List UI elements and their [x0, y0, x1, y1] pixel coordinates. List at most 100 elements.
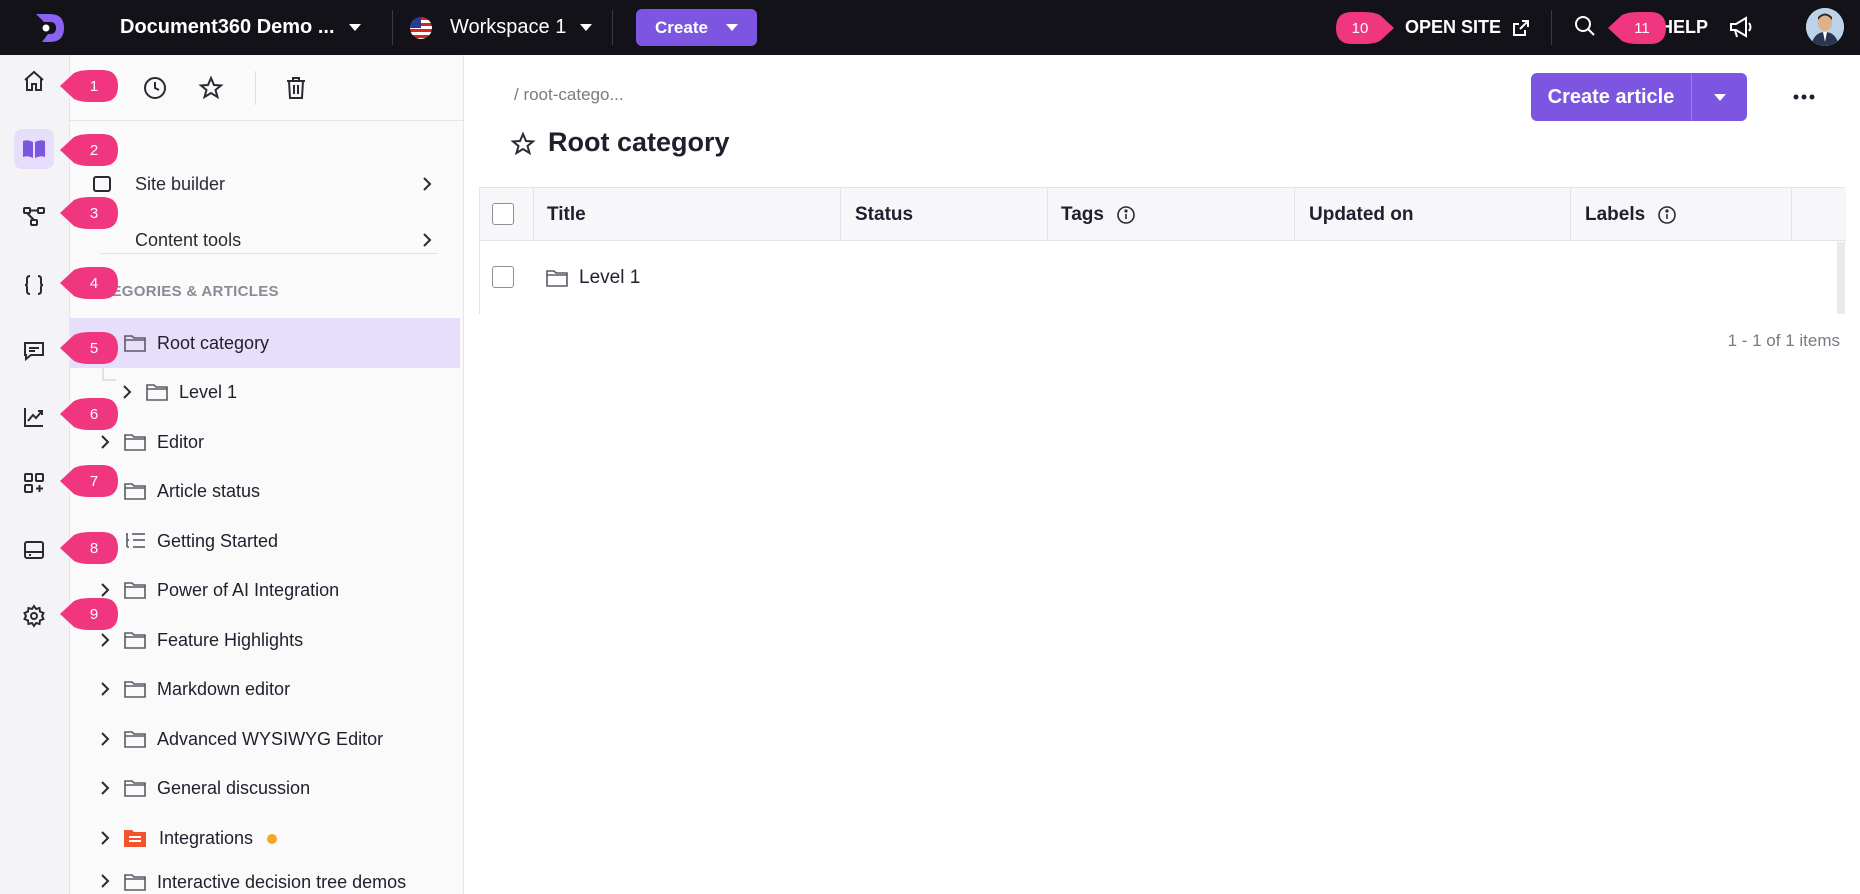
rail-settings[interactable] [14, 596, 54, 636]
callout-3: 3 [60, 197, 118, 229]
tree-item-integrations[interactable]: Integrations [70, 813, 460, 863]
chevron-down-icon [1713, 93, 1726, 101]
open-site-link[interactable]: OPEN SITE [1405, 0, 1531, 55]
project-selector[interactable]: Document360 Demo ... [120, 0, 361, 55]
chevron-right-icon[interactable] [98, 872, 112, 890]
divider [1294, 188, 1295, 241]
tree-item-decision-tree[interactable]: Interactive decision tree demos [70, 862, 460, 894]
table-row[interactable]: Level 1 [480, 242, 1846, 314]
book-open-icon [23, 140, 45, 158]
folder-icon [124, 731, 146, 748]
table-scrollbar[interactable] [1837, 242, 1845, 314]
megaphone-icon[interactable] [1728, 14, 1754, 40]
page-title: Root category [548, 127, 730, 157]
more-options-button[interactable] [1784, 77, 1824, 117]
message-icon [24, 342, 44, 362]
column-updated-on[interactable]: Updated on [1309, 188, 1414, 241]
home-icon [24, 70, 44, 91]
tree-item-feature-highlights[interactable]: Feature Highlights [70, 615, 460, 665]
tree-item-label: Feature Highlights [157, 629, 304, 650]
gear-icon [23, 604, 45, 628]
tree-item-article-status[interactable]: Article status [70, 466, 460, 516]
row-checkbox[interactable] [492, 266, 514, 288]
divider [1551, 10, 1552, 45]
rail-analytics[interactable] [14, 397, 54, 437]
site-builder-link[interactable]: Site builder [70, 159, 463, 209]
chevron-right-icon [423, 233, 432, 247]
main-content: / root-catego... Root category Create ar… [464, 55, 1860, 894]
column-label: Updated on [1309, 203, 1414, 225]
document360-logo[interactable] [30, 8, 70, 48]
tree-item-general-discussion[interactable]: General discussion [70, 763, 460, 813]
row-title: Level 1 [579, 267, 641, 288]
tree-item-level-1[interactable]: Level 1 [70, 367, 460, 417]
list-tree-icon [126, 533, 145, 548]
create-article-dropdown[interactable] [1692, 93, 1747, 101]
star-icon[interactable] [198, 75, 224, 101]
star-icon[interactable] [510, 131, 536, 157]
folder-icon [124, 780, 146, 797]
tree-item-label: Interactive decision tree demos [157, 872, 407, 892]
avatar[interactable] [1806, 8, 1844, 46]
sidebar-toolbar [70, 55, 463, 121]
chevron-right-icon[interactable] [98, 433, 112, 451]
trash-icon[interactable] [284, 75, 308, 101]
breadcrumb[interactable]: / root-catego... [514, 85, 624, 105]
rail-apps[interactable] [14, 463, 54, 503]
more-horizontal-icon [1793, 94, 1815, 100]
rail-widgets[interactable] [14, 530, 54, 570]
search-icon[interactable] [1573, 14, 1597, 38]
tree-item-editor[interactable]: Editor [70, 417, 460, 467]
folder-icon [124, 632, 146, 649]
chevron-right-icon[interactable] [98, 779, 112, 797]
create-button[interactable]: Create [636, 9, 757, 46]
folder-icon [124, 483, 146, 500]
callout-number: 2 [89, 141, 99, 159]
tree-item-label: General discussion [157, 777, 311, 798]
chevron-right-icon[interactable] [98, 829, 112, 847]
help-link[interactable]: HELP [1660, 0, 1708, 55]
chevron-right-icon[interactable] [98, 730, 112, 748]
folder-icon [546, 270, 568, 287]
site-builder-icon [93, 176, 111, 192]
external-link-icon [1513, 19, 1530, 36]
chevron-right-icon[interactable] [98, 680, 112, 698]
folder-icon [124, 582, 146, 599]
articles-table: Title Status Tags Updated on Labels Leve… [479, 187, 1846, 314]
callout-4: 4 [60, 267, 118, 299]
info-icon[interactable] [1657, 205, 1677, 225]
divider [392, 10, 393, 45]
rail-documentation[interactable] [14, 129, 54, 169]
rail-api-docs[interactable] [14, 265, 54, 305]
tree-item-power-of-ai[interactable]: Power of AI Integration [70, 565, 460, 615]
user-avatar-icon [1806, 8, 1844, 46]
column-status[interactable]: Status [855, 188, 913, 241]
row-title-cell[interactable]: Level 1 [545, 242, 640, 314]
tree-item-root-category[interactable]: Root category [70, 318, 460, 368]
column-tags[interactable]: Tags [1061, 188, 1136, 241]
tree-item-markdown-editor[interactable]: Markdown editor [70, 664, 460, 714]
divider [1570, 188, 1571, 241]
column-labels[interactable]: Labels [1585, 188, 1677, 241]
workspace-selector[interactable]: Workspace 1 [410, 0, 593, 55]
rail-home[interactable] [14, 61, 54, 101]
tree-item-getting-started[interactable]: Getting Started [70, 516, 460, 566]
tree-item-advanced-wysiwyg[interactable]: Advanced WYSIWYG Editor [70, 714, 460, 764]
table-header: Title Status Tags Updated on Labels [480, 188, 1846, 241]
chevron-right-icon[interactable] [98, 581, 112, 599]
column-title[interactable]: Title [547, 188, 586, 241]
chevron-right-icon[interactable] [120, 383, 134, 401]
divider [533, 188, 534, 241]
analytics-chart-icon [24, 408, 43, 427]
content-tools-link[interactable]: Content tools [70, 215, 463, 265]
rail-workflow[interactable] [14, 197, 54, 237]
callout-number: 3 [89, 204, 99, 222]
chevron-down-icon [348, 24, 361, 31]
chevron-right-icon[interactable] [98, 631, 112, 649]
rail-feedback[interactable] [14, 331, 54, 371]
create-article-button[interactable]: Create article [1531, 73, 1747, 121]
recent-clock-icon[interactable] [142, 75, 168, 101]
info-icon[interactable] [1116, 205, 1136, 225]
tree-item-label: Markdown editor [157, 678, 291, 699]
select-all-checkbox[interactable] [492, 203, 514, 225]
